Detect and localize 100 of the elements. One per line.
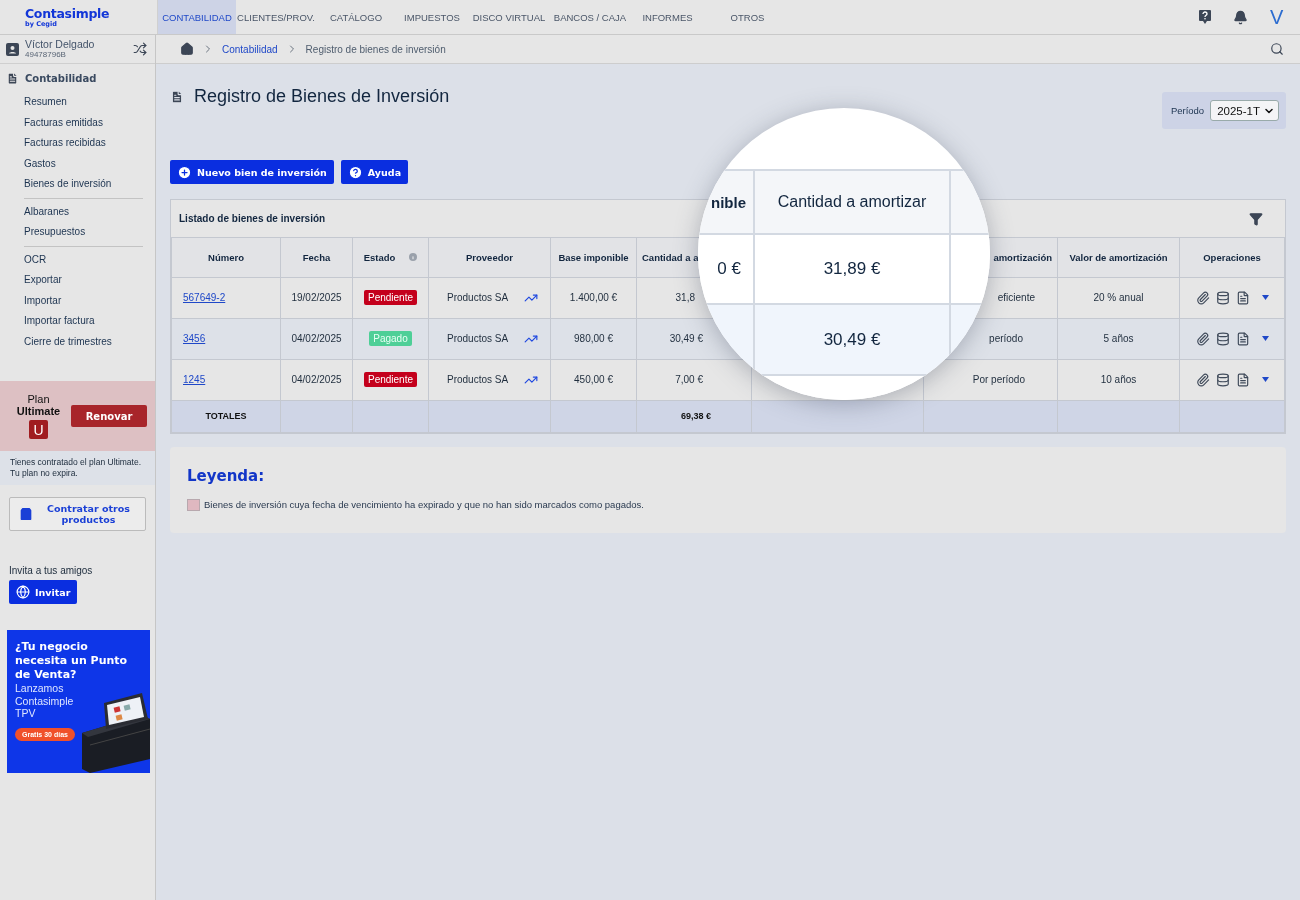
user-name: Víctor Delgado bbox=[25, 38, 96, 50]
magnified-table-cell: 31,89 € bbox=[755, 235, 951, 305]
nav-tab[interactable]: CATÁLOGO bbox=[316, 0, 396, 34]
breadcrumb-link[interactable]: Contabilidad bbox=[222, 43, 278, 55]
invite-button[interactable]: Invitar bbox=[9, 580, 78, 604]
caret-icon[interactable] bbox=[1261, 377, 1269, 382]
item-number-link[interactable]: 3456 bbox=[183, 333, 206, 344]
help-button[interactable]: Ayuda bbox=[340, 160, 409, 184]
sidebar-item[interactable]: Gastos bbox=[24, 153, 56, 174]
nav-tab[interactable]: CONTABILIDAD bbox=[158, 0, 236, 34]
search-icon[interactable] bbox=[1270, 42, 1284, 56]
user-avatar[interactable]: V bbox=[1270, 5, 1286, 29]
nav-tab[interactable]: BANCOS / CAJA bbox=[550, 0, 630, 34]
switch-account-icon[interactable] bbox=[133, 42, 147, 56]
breadcrumb-current: Registro de bienes de inversión bbox=[305, 43, 446, 55]
user-tax-id: 49478796B bbox=[25, 49, 66, 60]
period-label: Período bbox=[1170, 105, 1205, 116]
globe-icon bbox=[16, 585, 30, 599]
nav-tab[interactable]: OTROS bbox=[705, 0, 790, 34]
document-icon bbox=[170, 89, 184, 104]
database-icon[interactable] bbox=[1215, 290, 1230, 305]
column-header[interactable]: amortización bbox=[993, 251, 1052, 263]
database-icon[interactable] bbox=[1215, 372, 1230, 387]
magnified-table-cell: 0 € bbox=[698, 235, 755, 305]
column-header[interactable]: Proveedor bbox=[428, 238, 551, 277]
plan-note: Tu plan no expira. bbox=[10, 468, 78, 479]
paperclip-icon[interactable] bbox=[1195, 331, 1210, 346]
totals-cell: 69,38 € bbox=[636, 400, 752, 432]
plan-note: Tienes contratado el plan Ultimate. bbox=[10, 457, 142, 468]
caret-icon[interactable] bbox=[1261, 336, 1269, 341]
help-icon bbox=[347, 164, 363, 180]
table-cell-text: 30,49 € bbox=[669, 333, 703, 344]
promo-headline: ¿Tu negocio necesita un Punto de Venta? bbox=[15, 640, 129, 682]
new-item-button[interactable]: Nuevo bien de inversión bbox=[170, 160, 334, 184]
column-header[interactable]: Fecha bbox=[280, 238, 353, 277]
table-cell: 10 años bbox=[1057, 359, 1180, 400]
home-icon[interactable] bbox=[180, 42, 194, 56]
sidebar-item[interactable]: Bienes de inversión bbox=[24, 174, 112, 195]
pdf-file-icon[interactable] bbox=[1235, 290, 1250, 305]
magnified-header-cell: Cantidad a amortizar bbox=[755, 169, 951, 235]
table-cell-text: Por período bbox=[972, 374, 1025, 385]
status-badge: Pendiente bbox=[363, 290, 417, 305]
sidebar-item[interactable]: Facturas emitidas bbox=[24, 112, 103, 133]
column-header[interactable]: Valor de amortización bbox=[1057, 238, 1180, 277]
status-badge: Pagado bbox=[369, 331, 412, 346]
table-cell: 20 % anual bbox=[1057, 277, 1180, 318]
column-header[interactable]: Estado bbox=[352, 238, 429, 277]
sidebar-item[interactable]: Cierre de trimestres bbox=[24, 331, 112, 352]
sidebar-item[interactable]: Facturas recibidas bbox=[24, 133, 106, 154]
item-number-link[interactable]: 567649-2 bbox=[183, 292, 226, 303]
nav-tab[interactable]: DISCO VIRTUAL bbox=[468, 0, 550, 34]
totals-label: TOTALES bbox=[171, 400, 281, 432]
sidebar-item[interactable]: OCR bbox=[24, 249, 47, 270]
help-icon[interactable] bbox=[1199, 10, 1211, 24]
notification-bell-icon[interactable] bbox=[1233, 9, 1248, 25]
column-header[interactable]: Operaciones bbox=[1179, 238, 1285, 277]
sidebar-item[interactable]: Albaranes bbox=[24, 201, 70, 222]
database-icon[interactable] bbox=[1215, 331, 1230, 346]
sidebar-item[interactable]: Importar factura bbox=[24, 311, 95, 332]
column-header[interactable]: Número bbox=[171, 238, 281, 277]
nav-tab[interactable]: CLIENTES/PROV. bbox=[236, 0, 316, 34]
pdf-file-icon[interactable] bbox=[1235, 372, 1250, 387]
pdf-file-icon[interactable] bbox=[1235, 331, 1250, 346]
renew-button[interactable]: Renovar bbox=[71, 405, 147, 427]
document-icon bbox=[6, 72, 19, 85]
sidebar-item[interactable]: Exportar bbox=[24, 270, 62, 291]
legend-text: Bienes de inversión cuya fecha de vencimiento ha expirado y que no han sido marcados como pagados. bbox=[204, 499, 644, 510]
magnified-header-cell: nible bbox=[698, 169, 755, 235]
magnified-table-cell bbox=[951, 235, 990, 305]
products-button[interactable]: Contratar otros productos bbox=[9, 497, 146, 531]
sidebar-item[interactable]: Presupuestos bbox=[24, 222, 86, 243]
table-cell: 04/02/2025 bbox=[280, 359, 353, 400]
plus-icon bbox=[177, 164, 192, 180]
invite-label: Invita a tus amigos bbox=[9, 565, 93, 576]
page-title: Registro de Bienes de Inversión bbox=[194, 86, 450, 107]
paperclip-icon[interactable] bbox=[1195, 372, 1210, 387]
paperclip-icon[interactable] bbox=[1195, 290, 1210, 305]
table-cell-text: 31,8 bbox=[675, 292, 695, 303]
table-cell: 5 años bbox=[1057, 318, 1180, 359]
nav-tab[interactable]: IMPUESTOS bbox=[396, 0, 468, 34]
table-cell-text: eficiente bbox=[997, 292, 1035, 303]
filter-icon[interactable] bbox=[1249, 211, 1263, 226]
sidebar-item[interactable]: Resumen bbox=[24, 92, 67, 113]
column-header[interactable]: Base imponible bbox=[550, 238, 637, 277]
table-cell: 19/02/2025 bbox=[280, 277, 353, 318]
legend-title: Leyenda: bbox=[187, 466, 266, 485]
period-select[interactable]: 2025-1T bbox=[1210, 100, 1279, 121]
promo-text: Lanzamos Contasimple TPV bbox=[15, 682, 75, 720]
nav-tab[interactable]: INFORMES bbox=[630, 0, 705, 34]
sidebar-item[interactable]: Importar bbox=[24, 290, 62, 311]
caret-icon[interactable] bbox=[1261, 295, 1269, 300]
table-cell-text: período bbox=[989, 333, 1023, 344]
table-cell: 04/02/2025 bbox=[280, 318, 353, 359]
contact-card-icon bbox=[6, 42, 19, 56]
table-cell: 1.400,00 € bbox=[550, 277, 637, 318]
item-number-link[interactable]: 1245 bbox=[183, 374, 206, 385]
logo[interactable]: Contasimple bbox=[25, 6, 157, 20]
table-cell-text: Productos SA bbox=[447, 333, 509, 344]
column-header[interactable]: Cantidad a a bbox=[642, 251, 699, 263]
plan-badge: U bbox=[29, 420, 48, 439]
